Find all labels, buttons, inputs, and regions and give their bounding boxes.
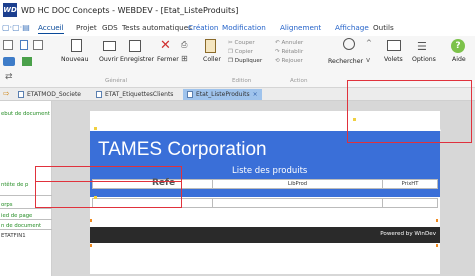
collapse-chevron-icon[interactable]: ^ (366, 39, 372, 47)
section-divider (0, 208, 52, 209)
undo-button[interactable]: ↶ Annuler (275, 40, 303, 46)
paste-button[interactable]: Coller (203, 56, 221, 63)
close-file-icon: ✕ (160, 38, 171, 53)
section-etatfin[interactable]: ETATFIN1 (1, 233, 26, 239)
cell-prixht[interactable] (383, 199, 437, 207)
section-divider (0, 219, 52, 220)
tab-etatmod-societe[interactable]: ETATMOD_Societe (18, 89, 81, 100)
table-icon[interactable] (22, 57, 32, 66)
panels-icon (387, 40, 401, 51)
highlight-box-date (347, 80, 472, 143)
selection-handle[interactable] (90, 219, 92, 222)
highlight-connector (35, 181, 182, 182)
dropdown-chevron-icon[interactable]: v (366, 56, 370, 64)
save-button[interactable]: Enregistrer (120, 56, 154, 63)
section-debut-document[interactable]: ebut de document (1, 111, 50, 117)
duplicate-icon: ❐ (228, 58, 235, 64)
help-button[interactable]: Aide (452, 56, 466, 63)
copy-icon: ❐ (228, 49, 235, 55)
footer-band[interactable]: Powered by WinDev (90, 227, 440, 243)
highlight-box-reference (35, 166, 182, 208)
cell-libprod[interactable] (213, 199, 383, 207)
window-title: WD HC DOC Concepts - WEBDEV - [Etat_List… (21, 5, 239, 15)
share-icon[interactable]: ⇄ (5, 72, 13, 82)
section-divider (0, 229, 52, 230)
save-icon (129, 40, 141, 52)
copy-button[interactable]: ❐ Copier (228, 49, 253, 55)
page-dropdown-icon[interactable] (20, 40, 28, 50)
menu-projet[interactable]: Projet (76, 23, 97, 32)
company-title[interactable]: TAMES Corporation (98, 139, 267, 161)
paste-icon (205, 39, 216, 53)
search-icon (343, 38, 355, 50)
webdev-logo-icon[interactable]: WD (3, 3, 17, 17)
list-dropdown-icon[interactable] (33, 40, 43, 50)
report-file-icon (96, 91, 102, 98)
replay-button[interactable]: ⟲ Rejouer (275, 58, 303, 64)
help-icon: ? (451, 39, 465, 53)
report-file-icon (18, 91, 24, 98)
close-button[interactable]: Fermer (157, 56, 179, 63)
redo-button[interactable]: ↷ Rétablir (275, 49, 303, 55)
new-file-icon (71, 39, 82, 52)
quick-access-icons[interactable]: ▢·▢·▤ (2, 23, 30, 32)
col-prixht-header[interactable]: PrixHT (383, 180, 437, 188)
project-icon[interactable] (3, 57, 15, 66)
print-icon[interactable]: ⎙ (181, 40, 187, 50)
duplicate-button[interactable]: ❐ Dupliquer (228, 58, 262, 64)
menu-tests-automatiques[interactable]: Tests automatiques (122, 23, 192, 32)
tab-list-icon[interactable]: ⇨ (3, 89, 10, 98)
close-tab-icon[interactable]: × (253, 91, 258, 98)
options-icon: ☰ (417, 40, 427, 53)
search-button[interactable]: Rechercher (328, 58, 363, 65)
selection-handle[interactable] (94, 127, 97, 130)
report-subtitle[interactable]: Liste des produits (232, 166, 307, 176)
options-button[interactable]: Options (412, 56, 436, 63)
menu-affichage[interactable]: Affichage (335, 23, 369, 32)
group-edition-label: Edition (232, 78, 252, 84)
powered-by-label: Powered by WinDev (380, 231, 436, 237)
group-action-label: Action (290, 78, 308, 84)
menu-modification[interactable]: Modification (222, 23, 266, 32)
menu-creation[interactable]: Création (188, 23, 218, 32)
new-dropdown-icon[interactable] (3, 40, 13, 50)
menu-outils[interactable]: Outils (373, 23, 394, 32)
group-general-label: Général (105, 78, 128, 84)
cut-button[interactable]: ✂ Couper (228, 40, 255, 46)
tab-etat-etiquettesclients[interactable]: ETAT_EtiquettesClients (96, 89, 173, 100)
open-button[interactable]: Ouvrir (99, 56, 118, 63)
grid-icon[interactable]: ⊞ (181, 54, 188, 63)
selection-handle[interactable] (436, 244, 438, 247)
menu-accueil[interactable]: Accueil (38, 23, 64, 34)
panels-button[interactable]: Volets (384, 56, 403, 63)
menu-bar: ▢·▢·▤ Accueil Projet GDS Tests automatiq… (0, 20, 475, 36)
report-file-icon (187, 91, 193, 98)
title-bar: WD WD HC DOC Concepts - WEBDEV - [Etat_L… (0, 0, 475, 20)
selection-handle[interactable] (436, 219, 438, 222)
menu-gds[interactable]: GDS (102, 23, 118, 32)
col-libprod-header[interactable]: LibProd (213, 180, 383, 188)
menu-alignement[interactable]: Alignement (280, 23, 321, 32)
open-folder-icon (103, 41, 116, 51)
section-entete-page[interactable]: ntête de p (1, 182, 28, 188)
selection-handle[interactable] (90, 244, 92, 247)
new-button[interactable]: Nouveau (61, 56, 89, 63)
tab-etat-listeproduits[interactable]: Etat_ListeProduits × (183, 89, 262, 100)
